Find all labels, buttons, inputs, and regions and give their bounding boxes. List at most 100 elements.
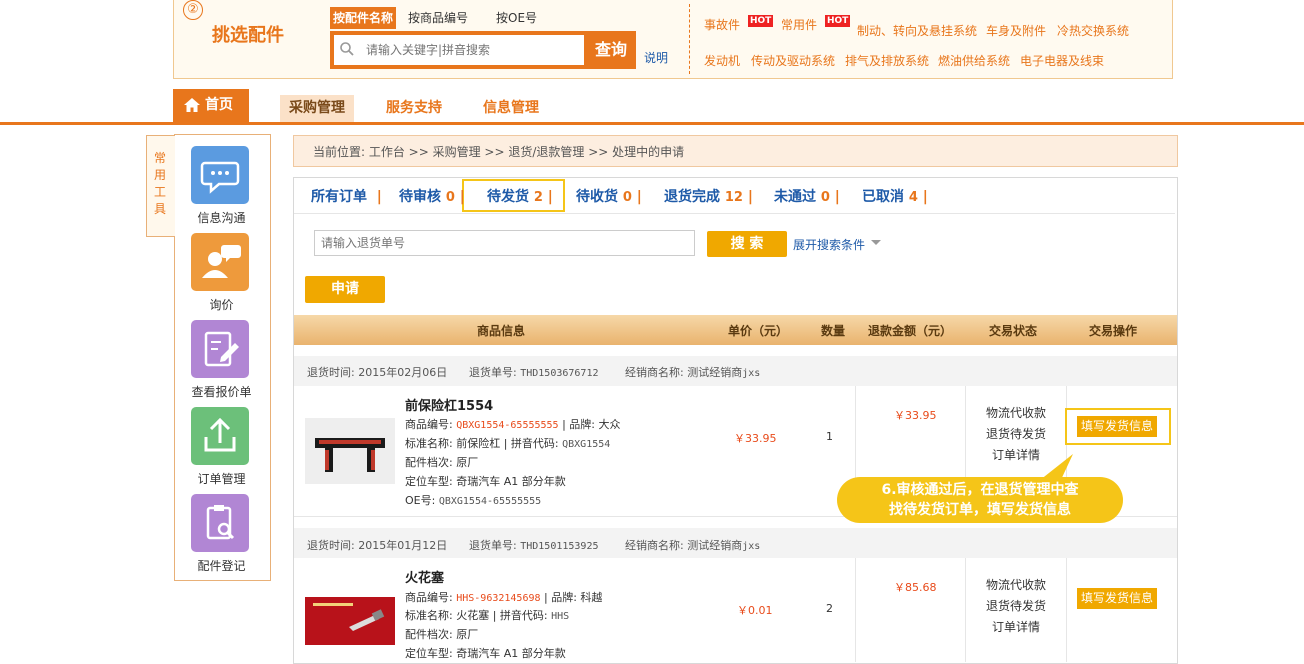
chat-icon[interactable] [191, 146, 249, 204]
category-electrical[interactable]: 电子电器及线束 [1020, 52, 1104, 69]
search-input[interactable] [334, 35, 584, 65]
category-accident[interactable]: 事故件 HOT [704, 15, 774, 33]
callout-line-1: 6.审核通过后，在退货管理中查 [881, 482, 1079, 498]
sidebar-item-parts[interactable]: 配件登记 [174, 557, 269, 574]
category-brake[interactable]: 制动、转向及悬挂系统 [857, 22, 977, 39]
tab-label: 已取消 [862, 189, 904, 205]
hot-badge: HOT [748, 15, 774, 27]
dealer-name: 经销商名称: 测试经销商jxs [625, 537, 760, 553]
tab-all-orders[interactable]: 所有订单 | [311, 186, 382, 206]
tab-pending-receipt[interactable]: 待收货 0 | [576, 186, 642, 206]
tab-divider [294, 213, 1175, 214]
inquiry-icon[interactable] [191, 233, 249, 291]
category-cooling[interactable]: 冷热交换系统 [1057, 22, 1129, 39]
search-tab-name[interactable]: 按配件名称 [330, 7, 397, 29]
product-code-line: 商品编号: HHS-9632145698 | 品牌: 科越 [405, 589, 602, 605]
tab-rejected[interactable]: 未通过 0 | [774, 186, 840, 206]
tab-return-complete[interactable]: 退货完成 12 | [664, 186, 753, 206]
category-label: 常用件 [781, 18, 818, 32]
help-link[interactable]: 说明 [644, 49, 668, 66]
return-number: 退货单号: THD1501153925 [469, 537, 599, 553]
category-common[interactable]: 常用件 HOT [781, 15, 851, 33]
tutorial-callout: 6.审核通过后，在退货管理中查 找待发货订单，填写发货信息 [837, 477, 1123, 523]
std-name: 标准名称: 前保险杠 | 拼音代码: [405, 437, 559, 450]
code-label: 商品编号: [405, 591, 453, 604]
tab-count: 2 [533, 190, 543, 205]
tab-pending-shipment[interactable]: 待发货 2 | [487, 186, 553, 206]
col-unit-price: 单价（元） [728, 324, 789, 338]
product-image-spark-plug[interactable] [305, 597, 395, 645]
dealer-code: jxs [742, 541, 761, 552]
nav-tab-info[interactable]: 信息管理 [483, 95, 539, 122]
tab-char: 常 [153, 151, 166, 165]
fill-shipping-info-button[interactable]: 填写发货信息 [1077, 416, 1158, 437]
step-number: ② [183, 0, 203, 20]
tab-pending-review[interactable]: 待审核 0 | [399, 186, 465, 206]
nav-home[interactable]: 首页 [173, 89, 249, 122]
product-name[interactable]: 前保险杠1554 [405, 395, 493, 414]
breadcrumb-text: 当前位置: 工作台 >> 采购管理 >> 退货/退款管理 >> 处理中的申请 [313, 145, 685, 159]
oe-label: OE号: [405, 494, 436, 507]
sidebar-item-inquiry[interactable]: 询价 [174, 296, 269, 313]
return-time: 退货时间: 2015年02月06日 [307, 366, 448, 379]
search-tab-oe[interactable]: 按OE号 [496, 7, 537, 29]
order-search-button[interactable]: 搜 索 [707, 231, 787, 257]
quote-edit-icon[interactable] [191, 320, 249, 378]
category-body[interactable]: 车身及附件 [986, 22, 1046, 39]
status-awaiting-shipment: 退货待发货 [985, 427, 1046, 441]
return-number-input[interactable] [314, 230, 695, 256]
product-name[interactable]: 火花塞 [405, 567, 444, 586]
col-status: 交易状态 [989, 324, 1038, 338]
sidebar-item-quotes[interactable]: 查看报价单 [174, 383, 269, 400]
hot-badge: HOT [825, 15, 851, 27]
tab-count: 0 [820, 190, 830, 205]
nav-tab-service[interactable]: 服务支持 [386, 95, 442, 122]
search-button[interactable]: 查询 [586, 31, 636, 69]
tab-separator: | [922, 189, 928, 205]
std-name: 标准名称: 火花塞 | 拼音代码: [405, 609, 548, 622]
fill-shipping-info-button[interactable]: 填写发货信息 [1077, 588, 1158, 609]
oe-number: QBXG1554-65555555 [438, 496, 542, 507]
nav-tab-purchase[interactable]: 采购管理 [280, 95, 354, 122]
pinyin-code: QBXG1554 [562, 439, 611, 450]
expand-filters-link[interactable]: 展开搜索条件 [793, 236, 865, 253]
apply-button[interactable]: 申请 [305, 276, 385, 303]
sidebar-item-orders[interactable]: 订单管理 [174, 470, 269, 487]
category-drive[interactable]: 传动及驱动系统 [751, 52, 835, 69]
tab-separator: | [459, 189, 465, 205]
category-label: 事故件 [704, 18, 741, 32]
return-number-label: 退货单号: [469, 366, 517, 379]
tab-separator: | [371, 189, 382, 205]
home-icon [184, 98, 200, 112]
return-number: 退货单号: THD1503676712 [469, 364, 599, 380]
upload-order-icon[interactable] [191, 407, 249, 465]
tools-tab-label: 常 用 工 具 [153, 150, 167, 218]
divider [689, 4, 690, 74]
product-code-line: 商品编号: QBXG1554-65555555 | 品牌: 大众 [405, 416, 620, 432]
search-tab-code[interactable]: 按商品编号 [408, 7, 468, 29]
sidebar-item-chat[interactable]: 信息沟通 [174, 209, 269, 226]
tab-separator: | [747, 189, 753, 205]
tab-label: 待收货 [576, 189, 618, 205]
category-engine[interactable]: 发动机 [704, 52, 740, 69]
tab-label: 未通过 [774, 189, 816, 205]
category-exhaust[interactable]: 排气及排放系统 [845, 52, 929, 69]
dealer-label: 经销商名称: 测试经销商 [625, 366, 743, 379]
parts-register-icon[interactable] [191, 494, 249, 552]
order-details-link[interactable]: 订单详情 [966, 617, 1066, 638]
pinyin-code: HHS [551, 611, 570, 622]
col-product: 商品信息 [477, 324, 526, 338]
tab-label: 所有订单 [311, 189, 367, 205]
tab-char: 工 [153, 185, 166, 199]
tab-label: 待发货 [487, 189, 529, 205]
tab-separator: | [547, 189, 553, 205]
tab-cancelled[interactable]: 已取消 4 | [862, 186, 928, 206]
category-fuel[interactable]: 燃油供给系统 [938, 52, 1010, 69]
status-logistics: 物流代收款 [985, 406, 1046, 420]
quantity: 2 [826, 602, 833, 615]
tab-char: 用 [153, 168, 166, 182]
col-action: 交易操作 [1089, 324, 1138, 338]
product-image-bumper[interactable] [305, 418, 395, 484]
chevron-down-icon[interactable] [871, 240, 881, 245]
tab-count: 12 [724, 190, 743, 205]
